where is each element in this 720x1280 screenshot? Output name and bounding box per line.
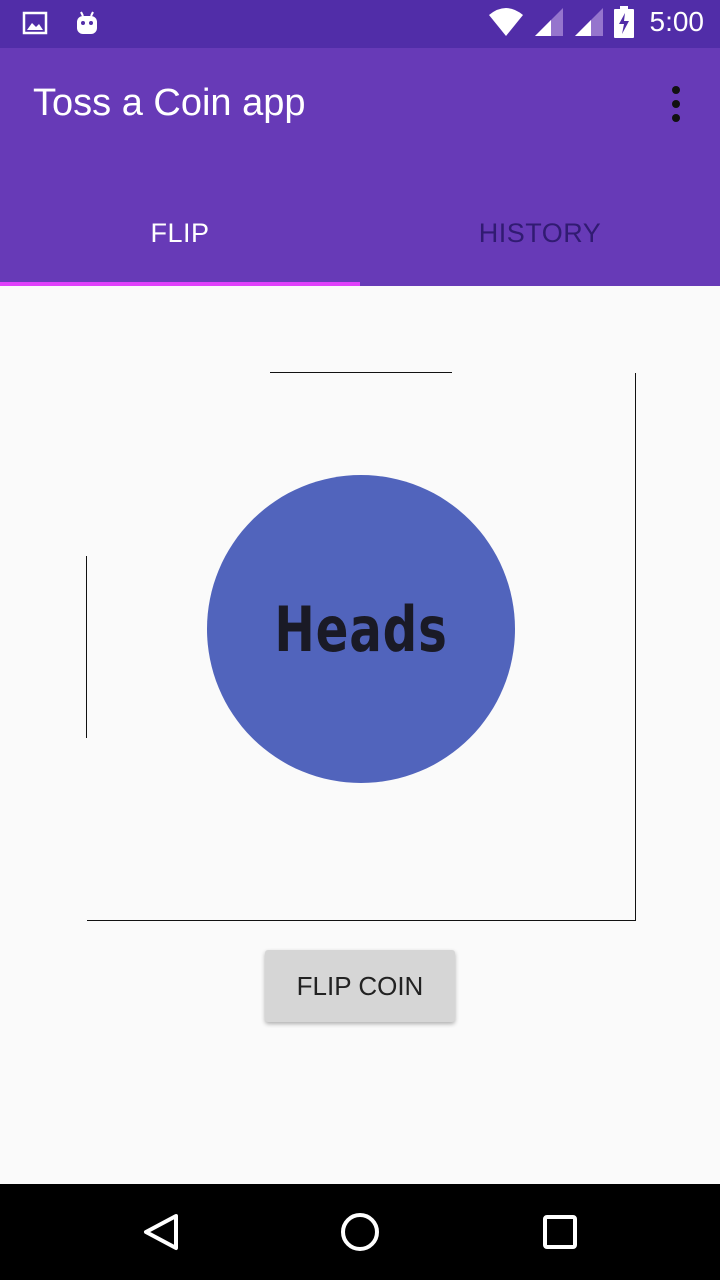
tab-history-label: HISTORY xyxy=(478,217,602,248)
status-bar: 5:00 xyxy=(0,0,720,48)
frame-line-bottom xyxy=(87,920,636,921)
coin-label: Heads xyxy=(274,592,448,666)
frame-line-right xyxy=(635,373,636,921)
status-time: 5:00 xyxy=(649,6,705,37)
wifi-icon xyxy=(488,8,523,36)
tab-flip[interactable]: FLIP xyxy=(0,180,360,286)
home-icon[interactable] xyxy=(332,1204,388,1260)
signal-icon xyxy=(534,8,563,36)
flip-coin-button[interactable]: FLIP COIN xyxy=(265,950,455,1022)
signal-icon xyxy=(574,8,603,36)
app-title: Toss a Coin app xyxy=(33,82,306,124)
coin[interactable]: Heads xyxy=(207,475,515,783)
frame-line-top xyxy=(270,372,452,373)
image-icon xyxy=(22,11,48,35)
frame-line-left xyxy=(86,556,87,738)
tab-indicator xyxy=(0,282,360,286)
tab-history[interactable]: HISTORY xyxy=(360,180,720,286)
recents-icon[interactable] xyxy=(532,1204,588,1260)
back-icon[interactable] xyxy=(132,1204,188,1260)
nav-bar xyxy=(0,1184,720,1280)
tab-flip-label: FLIP xyxy=(150,217,210,248)
android-icon xyxy=(77,11,97,34)
battery-charging-icon xyxy=(613,6,634,38)
more-vert-icon[interactable] xyxy=(664,86,688,122)
